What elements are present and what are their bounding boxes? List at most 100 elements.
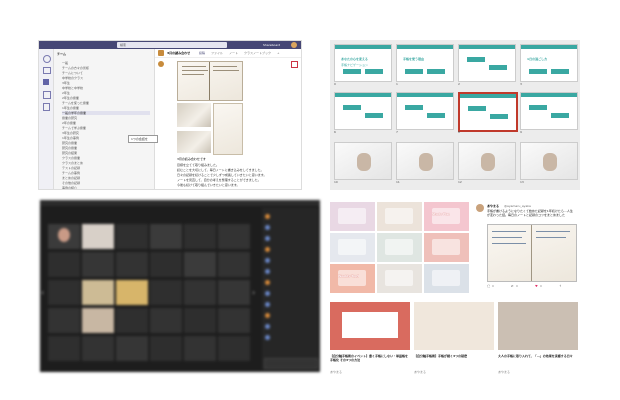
participant-tile[interactable]	[48, 308, 80, 333]
instagram-tile[interactable]	[377, 264, 422, 293]
channel-item[interactable]: まとめの記録	[62, 176, 150, 180]
photo-thumb-2[interactable]	[177, 131, 211, 153]
participant-tile[interactable]	[184, 280, 216, 305]
participant-tile[interactable]	[48, 280, 80, 305]
channel-item[interactable]: 中学校のクラス	[62, 76, 150, 80]
participant-tile[interactable]	[116, 280, 148, 305]
channel-item[interactable]: クラスの授業	[62, 156, 150, 160]
channel-item[interactable]: 一般	[62, 61, 150, 65]
channel-item[interactable]: 2年生	[62, 91, 150, 95]
channel-item[interactable]: 1年生の授業	[62, 106, 150, 110]
instagram-tile[interactable]	[330, 233, 375, 262]
tweet-card[interactable]: あやまる @ayamaru_ayaka 手帳が書けるようになりたくて始めた記録を…	[474, 202, 578, 294]
participant-tile[interactable]	[116, 252, 148, 277]
slide-thumbnail[interactable]	[396, 92, 454, 130]
channel-item[interactable]: その他の記録	[62, 181, 150, 185]
instagram-tile[interactable]: Study Plan	[424, 202, 469, 231]
channel-tab[interactable]: +	[277, 51, 280, 55]
slide-thumbnail[interactable]	[396, 142, 454, 180]
blog-card-title[interactable]: 【自分軸手帳術のイベント】書く手帳にしない・単語帳を手帳化 その3つの方法	[330, 354, 410, 366]
channel-item[interactable]: テストの記録	[62, 166, 150, 170]
channel-item[interactable]: 研究の授業	[62, 146, 150, 150]
slide-thumbnail[interactable]	[334, 142, 392, 180]
channel-item[interactable]: 授業の研究	[62, 116, 150, 120]
next-page-icon[interactable]: ›	[252, 288, 256, 298]
reply-icon[interactable]	[291, 61, 298, 68]
participant-tile[interactable]	[116, 308, 148, 333]
participant-tile[interactable]	[48, 336, 80, 361]
participant-tile[interactable]	[48, 252, 80, 277]
teams-icon[interactable]	[43, 79, 49, 85]
participant-tile[interactable]	[218, 308, 250, 333]
channel-item[interactable]: 一般の学年の授業	[62, 111, 150, 115]
like-icon[interactable]: ♥	[535, 284, 538, 288]
channel-item[interactable]: 研究の結果	[62, 151, 150, 155]
participant-tile[interactable]	[150, 308, 182, 333]
tweet-photo[interactable]	[487, 224, 577, 282]
slide-thumbnail[interactable]: 1日の過ごし方	[520, 44, 578, 82]
blog-card-image[interactable]	[414, 302, 494, 350]
participant-tile[interactable]	[116, 336, 148, 361]
participant-tile[interactable]	[48, 224, 80, 249]
blog-card-image[interactable]	[330, 302, 410, 350]
instagram-tile[interactable]	[377, 233, 422, 262]
reply-icon[interactable]: ◯	[487, 284, 490, 288]
participant-tile[interactable]	[82, 252, 114, 277]
participant-tile[interactable]	[218, 336, 250, 361]
participant-tile[interactable]	[82, 280, 114, 305]
participant-tile[interactable]	[116, 224, 148, 249]
slide-thumbnail[interactable]	[458, 142, 516, 180]
participant-tile[interactable]	[82, 308, 114, 333]
blog-card-title[interactable]: 【自分軸手帳術】手帳が続く3つの秘密	[414, 354, 494, 366]
participant-tile[interactable]	[184, 308, 216, 333]
notebook-photo[interactable]	[177, 61, 243, 101]
share-icon[interactable]: ↑	[559, 284, 562, 288]
instagram-tile[interactable]	[424, 233, 469, 262]
instagram-tile[interactable]: Weekly Top5	[330, 264, 375, 293]
blog-card-title[interactable]: 大人の手帳に取り入れて、「…」の効果を実感する日々	[498, 354, 578, 366]
channel-tab[interactable]: 投稿	[199, 51, 205, 55]
participant-tile[interactable]	[150, 252, 182, 277]
channel-item[interactable]: チームを使った授業	[62, 101, 150, 105]
channel-item[interactable]: 2年生の授業	[62, 96, 150, 100]
slide-thumbnail[interactable]: 手帳を使う理由	[396, 44, 454, 82]
participant-tile[interactable]	[150, 336, 182, 361]
channel-item[interactable]: チームの方々の皆様	[62, 66, 150, 70]
instagram-tile[interactable]	[424, 264, 469, 293]
channel-item[interactable]: チームについて	[62, 71, 150, 75]
channel-tab[interactable]: ファイル	[211, 51, 223, 55]
channel-item[interactable]: チームの事例	[62, 171, 150, 175]
channel-tab[interactable]: クラスノートブック	[244, 51, 271, 55]
slide-thumbnail[interactable]: あなたの心を変える 手帳ナビゲーション	[334, 44, 392, 82]
channel-tab[interactable]: ノート	[229, 51, 238, 55]
participant-tile[interactable]	[218, 280, 250, 305]
instagram-tile[interactable]	[330, 202, 375, 231]
participant-tile[interactable]	[82, 336, 114, 361]
channel-item[interactable]: 3年生	[62, 81, 150, 85]
participant-tile[interactable]	[150, 280, 182, 305]
participant-tile[interactable]	[184, 336, 216, 361]
channel-item[interactable]: クラスのまとめ	[62, 161, 150, 165]
chat-icon[interactable]	[43, 67, 51, 74]
participant-tile[interactable]	[218, 224, 250, 249]
slide-thumbnail[interactable]	[334, 92, 392, 130]
photo-thumb-1[interactable]	[177, 103, 211, 127]
participant-tile[interactable]	[218, 252, 250, 277]
teams-search-input[interactable]: 検索	[117, 42, 227, 48]
avatar[interactable]	[291, 42, 297, 48]
calendar-icon[interactable]	[43, 91, 51, 99]
slide-thumbnail[interactable]	[520, 92, 578, 130]
retweet-icon[interactable]: ⇄	[511, 284, 514, 288]
channel-item[interactable]: チームで学ぶ授業	[62, 126, 150, 130]
channel-item[interactable]: 中学校と中学校	[62, 86, 150, 90]
blog-card-image[interactable]	[498, 302, 578, 350]
slide-thumbnail[interactable]	[458, 92, 518, 132]
channel-item[interactable]: 事例の紹介	[62, 186, 150, 189]
participant-tile[interactable]	[184, 224, 216, 249]
slide-thumbnail[interactable]	[520, 142, 578, 180]
instagram-tile[interactable]	[377, 202, 422, 231]
notebook-photo-2[interactable]	[213, 103, 243, 155]
chat-input[interactable]	[264, 358, 318, 369]
files-icon[interactable]	[43, 103, 50, 111]
slide-thumbnail[interactable]	[458, 44, 516, 82]
